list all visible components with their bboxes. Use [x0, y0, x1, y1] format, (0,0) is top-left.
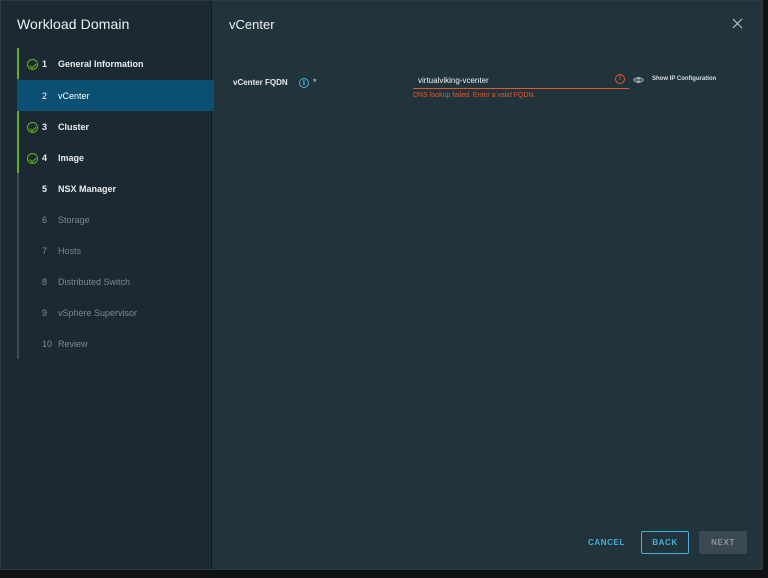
- step-label: vSphere Supervisor: [58, 308, 138, 318]
- step-number: 5: [42, 184, 48, 194]
- step-number: 7: [42, 246, 48, 256]
- step-general-information[interactable]: 1 General Information: [17, 48, 214, 79]
- next-button[interactable]: NEXT: [699, 531, 747, 554]
- step-number: 2: [42, 91, 48, 101]
- wizard-title: Workload Domain: [17, 16, 130, 32]
- step-cluster[interactable]: 3 Cluster: [17, 111, 214, 142]
- step-label: Storage: [58, 215, 90, 225]
- step-label: Image: [58, 153, 85, 163]
- vcenter-fqdn-input[interactable]: [418, 73, 608, 87]
- step-vcenter[interactable]: 2 vCenter: [17, 80, 214, 111]
- check-circle-icon: [27, 122, 38, 133]
- back-button[interactable]: BACK: [641, 531, 689, 554]
- vcenter-fqdn-label: vCenter FQDN: [233, 78, 288, 87]
- step-image[interactable]: 4 Image: [17, 142, 214, 173]
- step-review: 10 Review: [17, 328, 214, 359]
- step-number: 8: [42, 277, 48, 287]
- step-label: General Information: [58, 59, 144, 69]
- step-number: 1: [42, 59, 48, 69]
- step-label: Review: [58, 339, 88, 349]
- close-icon[interactable]: [732, 18, 744, 30]
- required-marker: *: [313, 77, 317, 87]
- cancel-button[interactable]: CANCEL: [584, 531, 629, 554]
- show-ip-configuration-toggle[interactable]: Show IP Configuration: [652, 76, 716, 82]
- exclamation-circle-icon: !: [615, 74, 625, 84]
- wizard-steps: 1 General Information 2 vCenter 3 Cluste…: [17, 48, 214, 359]
- page-title: vCenter: [229, 17, 275, 32]
- step-label: Distributed Switch: [58, 277, 131, 287]
- step-label: NSX Manager: [58, 184, 117, 194]
- step-label: Hosts: [58, 246, 82, 256]
- step-label: Cluster: [58, 122, 90, 132]
- info-icon[interactable]: i: [299, 78, 309, 88]
- eye-icon[interactable]: [633, 76, 644, 84]
- step-hosts: 7 Hosts: [17, 235, 214, 266]
- workload-domain-dialog: Workload Domain 1 General Information 2 …: [0, 0, 763, 570]
- step-distributed-switch: 8 Distributed Switch: [17, 266, 214, 297]
- check-circle-icon: [27, 59, 38, 70]
- wizard-sidebar: Workload Domain 1 General Information 2 …: [1, 1, 214, 569]
- step-number: 6: [42, 215, 48, 225]
- step-vsphere-supervisor: 9 vSphere Supervisor: [17, 297, 214, 328]
- step-storage: 6 Storage: [17, 204, 214, 235]
- step-number: 10: [42, 339, 53, 349]
- step-number: 9: [42, 308, 48, 318]
- vcenter-fqdn-field: !: [413, 71, 629, 89]
- step-label: vCenter: [58, 91, 90, 101]
- step-nsx-manager[interactable]: 5 NSX Manager: [17, 173, 214, 204]
- fqdn-error-message: DNS lookup failed. Enter a valid FQDN.: [413, 92, 536, 99]
- step-number: 4: [42, 153, 48, 163]
- step-number: 3: [42, 122, 48, 132]
- check-circle-icon: [27, 153, 38, 164]
